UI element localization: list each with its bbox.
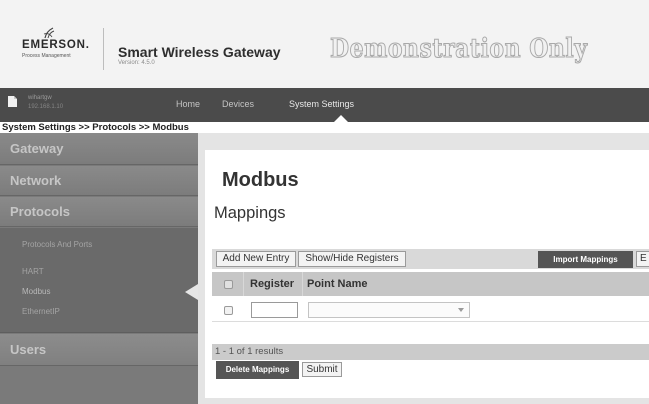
breadcrumb: System Settings >> Protocols >> Modbus	[0, 122, 649, 133]
sidebar-item-label: Network	[10, 173, 62, 188]
column-header-register[interactable]: Register	[250, 272, 294, 296]
row-select-checkbox[interactable]	[224, 306, 233, 315]
app-title: Smart Wireless Gateway	[118, 44, 281, 60]
column-divider	[243, 272, 244, 296]
section-title: Mappings	[214, 204, 286, 222]
version-label: Version: 4.5.0	[118, 60, 155, 66]
export-mappings-button[interactable]: E	[636, 251, 649, 267]
add-new-entry-button[interactable]: Add New Entry	[216, 251, 296, 267]
sidebar-subitem-protocols-and-ports[interactable]: Protocols And Ports	[22, 237, 92, 253]
demonstration-watermark: Demonstration Only	[330, 32, 588, 65]
nav-system-settings[interactable]: System Settings	[289, 99, 354, 109]
sidebar: Gateway Network Protocols Protocols And …	[0, 133, 198, 404]
show-hide-registers-button[interactable]: Show/Hide Registers	[298, 251, 406, 267]
nav-home[interactable]: Home	[176, 99, 200, 109]
active-sidebar-pointer	[185, 284, 198, 300]
top-navigation-bar: wihartgw 192.168.1.10 Home Devices Syste…	[0, 88, 649, 122]
sidebar-subitem-ethernetip[interactable]: EthernetIP	[22, 304, 60, 320]
logo-tagline-text: Process Management	[22, 53, 71, 59]
delete-mappings-button[interactable]: Delete Mappings	[216, 361, 299, 379]
gateway-host-ip: 192.168.1.10	[28, 104, 64, 110]
sidebar-protocols-submenu: Protocols And Ports HART Modbus Ethernet…	[0, 228, 198, 333]
gateway-host-name: wihartgw	[28, 95, 52, 101]
sidebar-item-gateway[interactable]: Gateway	[0, 133, 198, 165]
register-input[interactable]	[251, 302, 298, 318]
page-title: Modbus	[222, 169, 299, 191]
select-all-checkbox[interactable]	[224, 280, 233, 289]
emerson-logo: EMERSON. Process Management	[20, 27, 98, 61]
sidebar-item-protocols[interactable]: Protocols	[0, 197, 198, 227]
chevron-down-icon	[458, 308, 464, 312]
results-bar: 1 - 1 of 1 results	[212, 344, 649, 360]
sidebar-item-label: Gateway	[10, 141, 64, 156]
sidebar-item-label: Protocols	[10, 204, 70, 219]
sidebar-subitem-modbus[interactable]: Modbus	[22, 284, 50, 300]
header-divider	[103, 28, 104, 70]
table-row	[212, 298, 649, 322]
modbus-panel: Modbus Mappings Add New Entry Show/Hide …	[205, 150, 649, 398]
active-nav-pointer	[334, 115, 348, 122]
sidebar-item-network[interactable]: Network	[0, 166, 198, 196]
column-divider	[302, 272, 303, 296]
import-mappings-button[interactable]: Import Mappings	[538, 251, 633, 268]
emerson-mark-icon	[43, 27, 55, 39]
results-summary: 1 - 1 of 1 results	[215, 346, 284, 357]
sidebar-item-users[interactable]: Users	[0, 334, 198, 366]
gateway-icon	[8, 96, 17, 107]
logo-brand-text: EMERSON.	[22, 39, 90, 51]
point-name-select[interactable]	[308, 302, 470, 318]
app-header: EMERSON. Process Management Smart Wirele…	[0, 0, 649, 88]
nav-devices[interactable]: Devices	[222, 99, 254, 109]
sidebar-subitem-hart[interactable]: HART	[22, 264, 44, 280]
submit-button[interactable]: Submit	[302, 362, 342, 377]
column-header-point-name[interactable]: Point Name	[307, 272, 368, 296]
breadcrumb-text: System Settings >> Protocols >> Modbus	[2, 122, 189, 133]
sidebar-item-label: Users	[10, 342, 47, 357]
mappings-toolbar: Add New Entry Show/Hide Registers Import…	[212, 249, 649, 269]
table-header: Register Point Name	[212, 272, 649, 296]
